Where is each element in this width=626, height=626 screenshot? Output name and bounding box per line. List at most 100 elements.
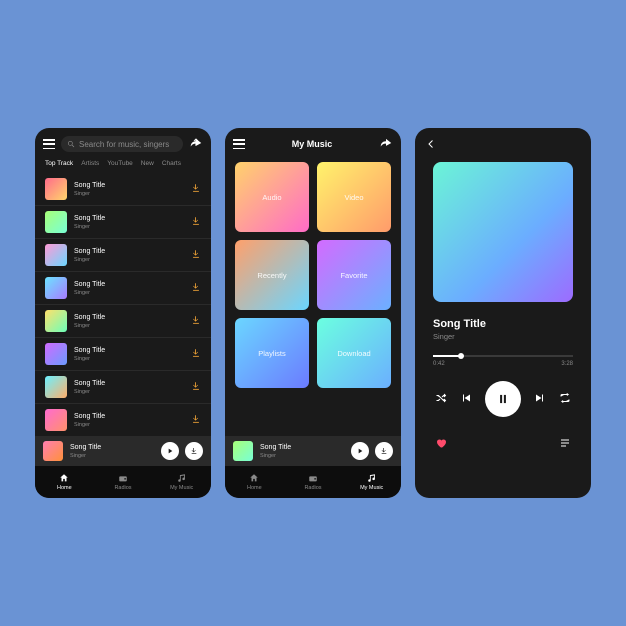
music-icon — [367, 473, 377, 483]
mini-player-controls — [161, 442, 203, 460]
download-icon[interactable] — [191, 315, 201, 327]
download-icon[interactable] — [191, 381, 201, 393]
song-meta: Song Title Singer — [74, 248, 184, 263]
song-meta: Song TitleSinger — [74, 182, 184, 197]
progress-handle[interactable] — [458, 353, 464, 359]
song-row[interactable]: Song TitleSinger — [35, 338, 211, 371]
song-singer: Singer — [74, 257, 184, 263]
song-meta: Song Title Singer — [74, 413, 184, 428]
music-icon — [177, 473, 187, 483]
menu-icon[interactable] — [43, 139, 55, 149]
repeat-button[interactable] — [559, 392, 571, 406]
song-title: Song Title — [74, 248, 184, 255]
download-icon[interactable] — [191, 216, 201, 228]
playlist-button[interactable] — [559, 437, 571, 451]
next-button[interactable] — [534, 392, 546, 406]
play-button[interactable] — [351, 442, 369, 460]
song-title: Song Title — [74, 380, 184, 387]
song-singer: Singer — [74, 422, 184, 428]
nav-home[interactable]: Home — [225, 466, 284, 498]
page-title: My Music — [251, 139, 373, 149]
song-row[interactable]: Song Title Singer — [35, 239, 211, 272]
now-playing-title: Song Title — [260, 444, 344, 451]
mini-player[interactable]: Song Title Singer — [35, 436, 211, 466]
now-playing-title: Song Title — [70, 444, 154, 451]
category-playlists[interactable]: Playlists — [235, 318, 309, 388]
shuffle-button[interactable] — [435, 392, 447, 406]
category-video[interactable]: Video — [317, 162, 391, 232]
tab-new[interactable]: New — [141, 160, 154, 167]
transport-controls — [415, 367, 591, 431]
back-button[interactable] — [425, 138, 437, 152]
track-meta: Song Title Singer — [415, 302, 591, 345]
song-row[interactable]: Song TitleSinger — [35, 305, 211, 338]
share-button[interactable] — [189, 136, 203, 152]
nav-home[interactable]: Home — [35, 466, 94, 498]
song-thumb — [45, 310, 67, 332]
song-thumb — [45, 343, 67, 365]
mini-player-controls — [351, 442, 393, 460]
download-icon[interactable] — [191, 249, 201, 261]
song-row[interactable]: Song Title Singer — [35, 206, 211, 239]
radio-icon — [308, 473, 318, 483]
song-meta: Song TitleSinger — [74, 314, 184, 329]
download-icon[interactable] — [191, 183, 201, 195]
now-playing-singer: Singer — [70, 453, 154, 459]
song-row[interactable]: Song Title Singer — [35, 371, 211, 404]
song-thumb — [45, 211, 67, 233]
category-audio[interactable]: Audio — [235, 162, 309, 232]
tab-youtube[interactable]: YouTube — [107, 160, 133, 167]
progress-bar[interactable] — [433, 355, 573, 357]
song-thumb — [45, 178, 67, 200]
now-playing-thumb — [233, 441, 253, 461]
download-icon[interactable] — [191, 414, 201, 426]
category-grid: AudioVideoRecentlyFavoritePlaylistsDownl… — [225, 158, 401, 436]
now-playing-meta: Song Title Singer — [70, 444, 154, 459]
song-singer: Singer — [74, 224, 184, 230]
song-row[interactable]: Song TitleSinger — [35, 173, 211, 206]
category-favorite[interactable]: Favorite — [317, 240, 391, 310]
like-button[interactable] — [435, 437, 447, 451]
download-button[interactable] — [185, 442, 203, 460]
now-playing-meta: Song Title Singer — [260, 444, 344, 459]
song-title: Song Title — [74, 347, 184, 354]
play-button[interactable] — [161, 442, 179, 460]
header: Search for music, singers — [35, 128, 211, 158]
song-list[interactable]: Song Title Singer Song Title Singer Song Tit… — [35, 173, 211, 436]
song-row[interactable]: Song TitleSinger — [35, 272, 211, 305]
song-singer: Singer — [74, 389, 184, 395]
prev-button[interactable] — [460, 392, 472, 406]
nav-mymusic[interactable]: My Music — [152, 466, 211, 498]
nav-radios[interactable]: Radios — [284, 466, 343, 498]
progress: 0:42 3:28 — [415, 345, 591, 367]
mini-player[interactable]: Song Title Singer — [225, 436, 401, 466]
download-icon[interactable] — [191, 348, 201, 360]
search-input[interactable]: Search for music, singers — [61, 136, 183, 152]
song-meta: Song Title Singer — [74, 380, 184, 395]
song-singer: Singer — [74, 191, 184, 197]
song-singer: Singer — [74, 290, 184, 296]
download-icon[interactable] — [191, 282, 201, 294]
album-art-wrap — [415, 162, 591, 302]
home-icon — [249, 473, 259, 483]
song-meta: Song Title Singer — [74, 215, 184, 230]
song-title: Song Title — [74, 215, 184, 222]
song-thumb — [45, 409, 67, 431]
song-row[interactable]: Song Title Singer — [35, 404, 211, 436]
search-icon — [67, 140, 75, 148]
bottom-nav: Home Radios My Music — [225, 466, 401, 498]
tab-charts[interactable]: Charts — [162, 160, 181, 167]
share-button[interactable] — [379, 136, 393, 152]
tab-artists[interactable]: Artists — [81, 160, 99, 167]
song-title: Song Title — [74, 413, 184, 420]
category-download[interactable]: Download — [317, 318, 391, 388]
nav-radios[interactable]: Radios — [94, 466, 153, 498]
home-icon — [59, 473, 69, 483]
category-recently[interactable]: Recently — [235, 240, 309, 310]
pause-button[interactable] — [485, 381, 521, 417]
menu-icon[interactable] — [233, 139, 245, 149]
tab-top-track[interactable]: Top Track — [45, 160, 73, 167]
song-meta: Song TitleSinger — [74, 347, 184, 362]
nav-mymusic[interactable]: My Music — [342, 466, 401, 498]
download-button[interactable] — [375, 442, 393, 460]
